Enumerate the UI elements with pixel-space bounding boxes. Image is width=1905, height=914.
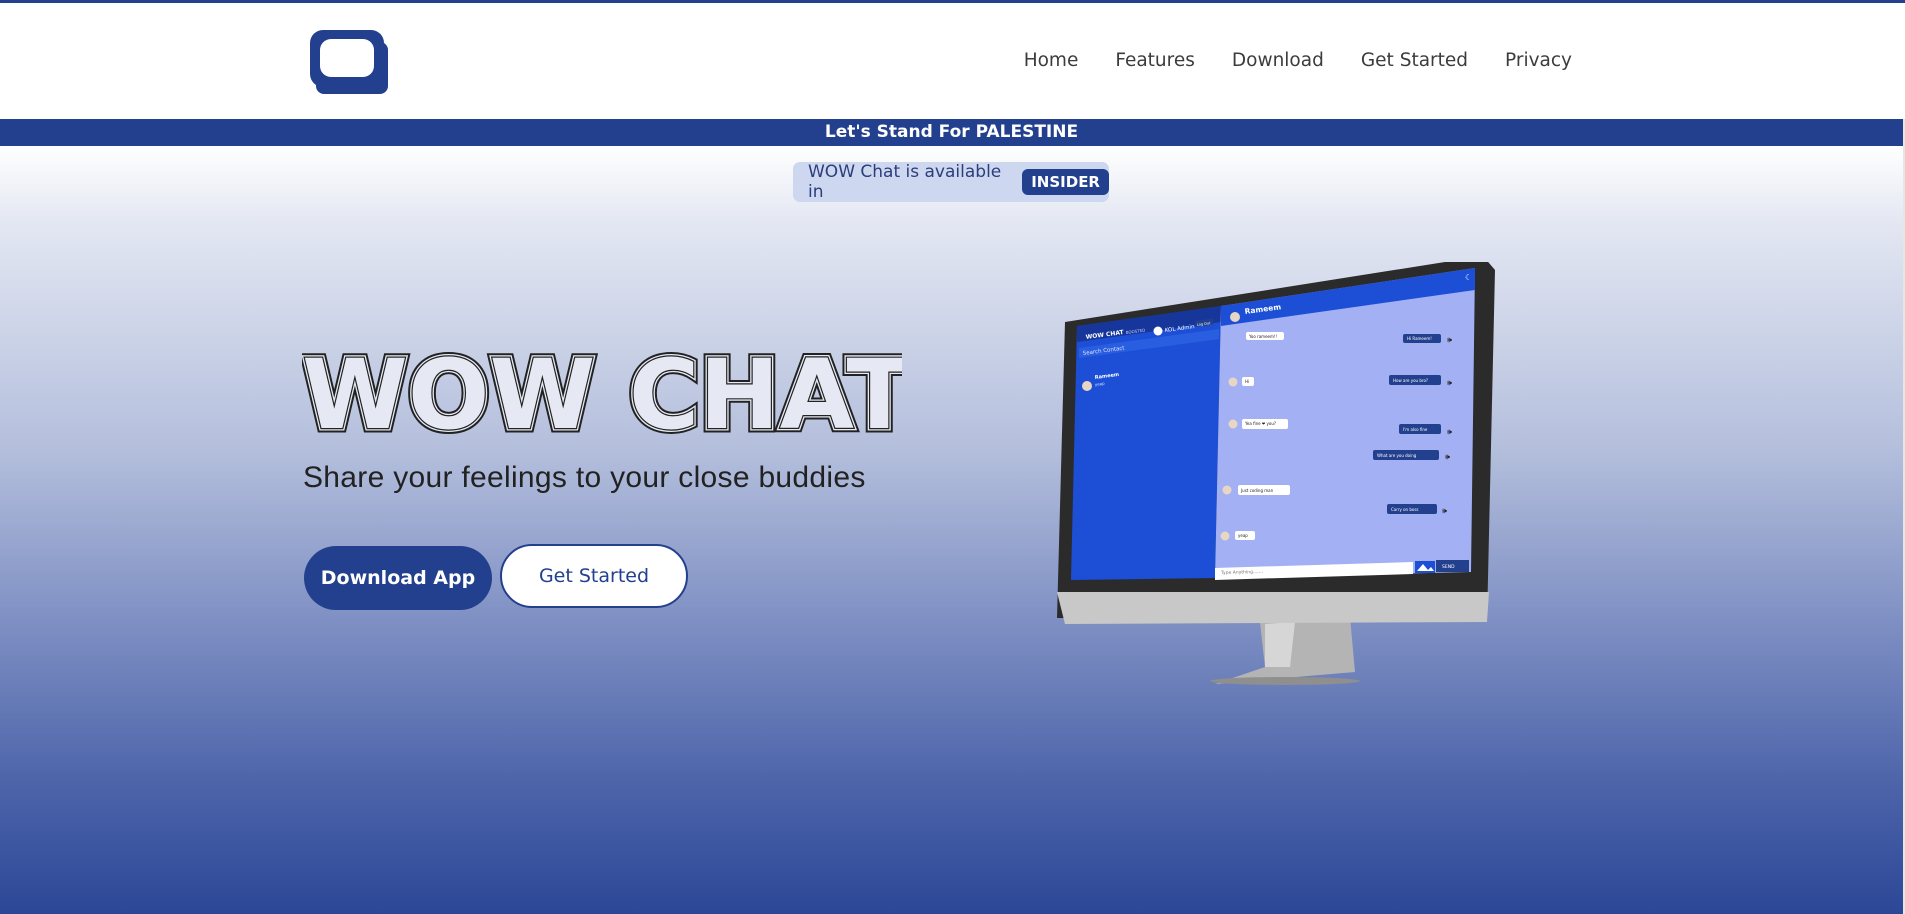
nav-home[interactable]: Home — [1024, 50, 1079, 71]
palestine-banner: Let's Stand For PALESTINE — [0, 119, 1903, 146]
svg-text:🕪: 🕪 — [1442, 506, 1447, 515]
svg-text:WOW CHAT: WOW CHAT — [302, 348, 902, 438]
svg-text:☾: ☾ — [1465, 273, 1472, 282]
svg-text:Just coding man: Just coding man — [1240, 488, 1274, 493]
svg-text:What are you doing: What are you doing — [1377, 453, 1417, 458]
availability-pill: WOW Chat is available in INSIDER — [793, 162, 1109, 202]
svg-text:SEND: SEND — [1442, 564, 1455, 570]
download-app-button[interactable]: Download App — [304, 546, 492, 610]
svg-text:Type Anything.......: Type Anything....... — [1220, 569, 1263, 576]
nav-privacy[interactable]: Privacy — [1505, 50, 1572, 71]
svg-text:Hi: Hi — [1245, 379, 1249, 384]
desktop-mockup: WOW CHAT BOOSTED KOL Admin Log Out Searc… — [1057, 262, 1495, 685]
svg-text:I'm also fine: I'm also fine — [1403, 427, 1428, 432]
svg-text:🕪: 🕪 — [1447, 378, 1452, 387]
hero-subtitle: Share your feelings to your close buddie… — [303, 461, 866, 494]
svg-text:Hi Rameem!: Hi Rameem! — [1407, 336, 1432, 341]
hero-section — [0, 146, 1903, 914]
svg-text:How are you bro?: How are you bro? — [1393, 378, 1428, 383]
svg-text:🕪: 🕪 — [1445, 452, 1450, 461]
svg-text:🕪: 🕪 — [1447, 335, 1452, 344]
nav-get-started[interactable]: Get Started — [1361, 50, 1468, 71]
nav-download[interactable]: Download — [1232, 50, 1324, 71]
svg-text:🕪: 🕪 — [1447, 427, 1452, 436]
svg-text:Carry on boss: Carry on boss — [1391, 507, 1419, 512]
svg-text:Yea fine ❤ you?: Yea fine ❤ you? — [1244, 421, 1276, 426]
nav-features[interactable]: Features — [1115, 50, 1195, 71]
insider-badge: INSIDER — [1022, 169, 1109, 195]
svg-text:Yoo rameem!!: Yoo rameem!! — [1248, 334, 1277, 339]
wow-chat-logo[interactable] — [310, 30, 390, 96]
svg-text:yeap: yeap — [1238, 533, 1248, 538]
site-header: Home Features Download Get Started Priva… — [0, 3, 1905, 119]
hero-title: WOW CHAT WOW CHAT WOW CHAT WOW CHAT — [302, 348, 902, 438]
get-started-button[interactable]: Get Started — [500, 544, 688, 608]
monitor-chin — [1057, 592, 1489, 624]
availability-text: WOW Chat is available in — [808, 162, 1002, 202]
main-nav: Home Features Download Get Started Priva… — [1024, 50, 1572, 71]
